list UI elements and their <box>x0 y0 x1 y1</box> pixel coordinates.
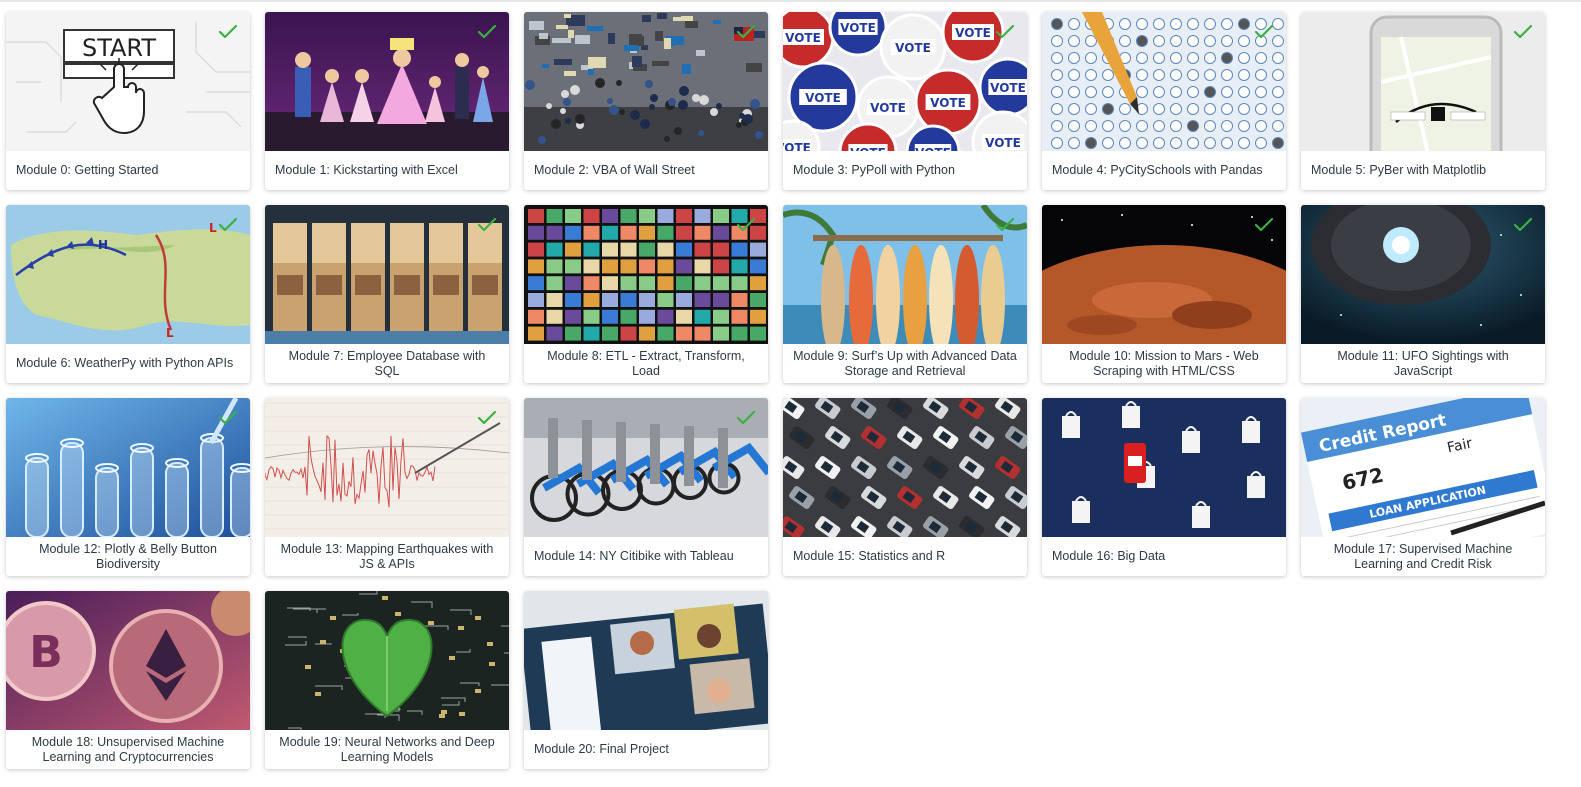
module-card[interactable]: Module 7: Employee Database with SQL <box>265 205 509 383</box>
phone-rideshare-map-image <box>1301 12 1545 151</box>
top-divider <box>0 0 1581 2</box>
svg-text:VOTE: VOTE <box>955 26 991 40</box>
module-title: Module 17: Supervised Machine Learning a… <box>1333 541 1513 571</box>
module-title: Module 2: VBA of Wall Street <box>534 163 695 177</box>
svg-text:VOTE: VOTE <box>930 96 966 110</box>
seismograph-image <box>265 398 509 537</box>
module-title: Module 0: Getting Started <box>16 163 159 177</box>
check-icon <box>1254 24 1274 40</box>
check-icon <box>736 24 756 40</box>
module-grid: START Module 0: Getting Started Module 1… <box>6 12 1545 769</box>
module-title: Module 20: Final Project <box>534 742 669 756</box>
module-card[interactable]: Module 14: NY Citibike with Tableau <box>524 398 768 576</box>
video-call-laptop-image <box>524 591 768 730</box>
module-title: Module 11: UFO Sightings with JavaScript <box>1337 348 1509 378</box>
svg-text:H: H <box>98 238 108 252</box>
start-button-circuit-image: START <box>6 12 250 151</box>
module-title: Module 4: PyCitySchools with Pandas <box>1052 163 1263 177</box>
vote-buttons-image: VOTE VOTE VOTE VOTE VOTE VOTE VOTE VOTE VOTE VOTE… <box>783 12 1027 151</box>
module-card[interactable]: H L L Module 6: WeatherPy with Python API… <box>6 205 250 383</box>
module-card[interactable]: Module 9: Surf’s Up with Advanced Data S… <box>783 205 1027 383</box>
svg-text:VOTE: VOTE <box>870 101 906 115</box>
module-title: Module 9: Surf’s Up with Advanced Data S… <box>793 348 1017 378</box>
module-card[interactable]: Module 5: PyBer with Matplotlib <box>1301 12 1545 190</box>
theater-performers-image <box>265 12 509 151</box>
module-title: Module 15: Statistics and R <box>793 549 946 563</box>
module-card[interactable]: Module 10: Mission to Mars - Web Scrapin… <box>1042 205 1286 383</box>
test-tubes-image <box>6 398 250 537</box>
check-icon <box>477 410 497 426</box>
module-card[interactable]: VOTE VOTE VOTE VOTE VOTE VOTE VOTE VOTE VOTE VOTE… <box>783 12 1027 190</box>
module-card[interactable]: Module 8: ETL - Extract, Transform, Load <box>524 205 768 383</box>
module-title: Module 16: Big Data <box>1052 549 1166 563</box>
module-card[interactable]: Module 12: Plotly & Belly Button Biodive… <box>6 398 250 576</box>
module-card[interactable]: Module 13: Mapping Earthquakes with JS &… <box>265 398 509 576</box>
module-card[interactable]: START Module 0: Getting Started <box>6 12 250 190</box>
office-windows-image <box>265 205 509 344</box>
ufo-image <box>1301 205 1545 344</box>
module-title: Module 19: Neural Networks and Deep Lear… <box>279 734 495 764</box>
module-card[interactable]: Module 4: PyCitySchools with Pandas <box>1042 12 1286 190</box>
module-title: Module 12: Plotly & Belly Button Biodive… <box>39 541 217 571</box>
crypto-coins-image: B <box>6 591 250 730</box>
svg-text:L: L <box>166 326 174 340</box>
module-title: Module 8: ETL - Extract, Transform, Load <box>547 348 745 378</box>
video-wall-image <box>524 205 768 344</box>
check-icon <box>736 217 756 233</box>
module-card[interactable]: Module 20: Final Project <box>524 591 768 769</box>
check-icon <box>1513 217 1533 233</box>
module-title: Module 14: NY Citibike with Tableau <box>534 549 734 563</box>
module-title: Module 6: WeatherPy with Python APIs <box>16 356 234 370</box>
check-icon <box>218 217 238 233</box>
module-title: Module 18: Unsupervised Machine Learning… <box>31 734 225 764</box>
svg-text:VOTE: VOTE <box>785 31 821 45</box>
leaf-circuit-image <box>265 591 509 730</box>
module-card[interactable]: Credit Report 672 Fair LOAN APPLICATION … <box>1301 398 1545 576</box>
check-icon <box>218 410 238 426</box>
check-icon <box>218 24 238 40</box>
module-title: Module 3: PyPoll with Python <box>793 163 955 177</box>
check-icon <box>995 24 1015 40</box>
check-icon <box>736 410 756 426</box>
svg-text:VOTE: VOTE <box>850 146 886 151</box>
parking-lot-cars-image <box>783 398 1027 537</box>
svg-text:VOTE: VOTE <box>840 21 876 35</box>
mars-planet-image <box>1042 205 1286 344</box>
module-card[interactable]: Module 2: VBA of Wall Street <box>524 12 768 190</box>
svg-text:B: B <box>29 627 63 678</box>
module-title: Module 13: Mapping Earthquakes with JS &… <box>280 541 494 571</box>
module-title: Module 1: Kickstarting with Excel <box>275 163 458 177</box>
module-card[interactable]: Module 16: Big Data <box>1042 398 1286 576</box>
credit-report-image: Credit Report 672 Fair LOAN APPLICATION <box>1301 398 1545 537</box>
check-icon <box>477 24 497 40</box>
svg-text:VOTE: VOTE <box>990 81 1026 95</box>
shopping-bags-phone-image <box>1042 398 1286 537</box>
svg-text:VOTE: VOTE <box>783 141 811 151</box>
surfboards-image <box>783 205 1027 344</box>
svg-text:VOTE: VOTE <box>985 136 1021 150</box>
check-icon <box>995 217 1015 233</box>
check-icon <box>1254 217 1274 233</box>
module-title: Module 5: PyBer with Matplotlib <box>1311 163 1487 177</box>
check-icon <box>477 217 497 233</box>
svg-text:VOTE: VOTE <box>915 146 951 151</box>
bubble-sheet-pencil-image <box>1042 12 1286 151</box>
svg-text:L: L <box>209 221 217 235</box>
svg-text:START: START <box>82 34 156 62</box>
weather-map-image: H L L <box>6 205 250 344</box>
module-card[interactable]: Module 1: Kickstarting with Excel <box>265 12 509 190</box>
svg-text:VOTE: VOTE <box>895 41 931 55</box>
stock-exchange-floor-image <box>524 12 768 151</box>
module-card[interactable]: Module 15: Statistics and R <box>783 398 1027 576</box>
module-card[interactable]: B Module 18: Unsupervised Machine Learni… <box>6 591 250 769</box>
module-card[interactable]: Module 11: UFO Sightings with JavaScript <box>1301 205 1545 383</box>
citibikes-image <box>524 398 768 537</box>
check-icon <box>1513 24 1533 40</box>
svg-text:VOTE: VOTE <box>805 91 841 105</box>
module-card[interactable]: Module 19: Neural Networks and Deep Lear… <box>265 591 509 769</box>
module-title: Module 10: Mission to Mars - Web Scrapin… <box>1069 348 1259 378</box>
module-title: Module 7: Employee Database with SQL <box>288 348 486 378</box>
